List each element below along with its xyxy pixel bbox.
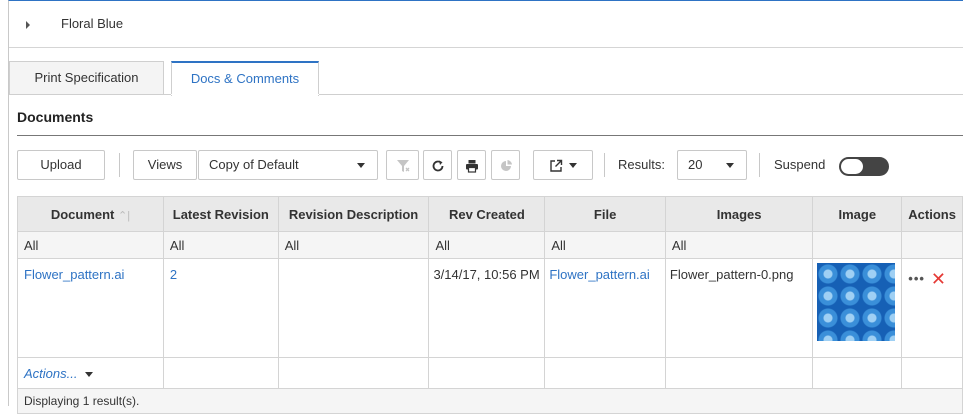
refresh-button[interactable] (423, 150, 452, 180)
chevron-down-icon (726, 163, 734, 168)
pie-chart-icon (500, 159, 512, 171)
expand-caret-icon[interactable] (26, 21, 30, 29)
filter-revision-description[interactable]: All (277, 231, 430, 259)
view-select[interactable]: Copy of Default (198, 150, 378, 180)
record-title: Floral Blue (61, 16, 124, 31)
column-header-file[interactable]: File (544, 196, 666, 232)
revision-link[interactable]: 2 (170, 267, 177, 282)
filter-rev-created[interactable]: All (428, 231, 546, 259)
sort-icon[interactable]: ⌃| (118, 210, 130, 222)
chevron-down-icon (569, 163, 577, 169)
toolbar-separator (119, 153, 120, 177)
upload-button[interactable]: Upload (17, 150, 105, 180)
view-select-value: Copy of Default (209, 157, 299, 172)
filter-latest-revision[interactable]: All (162, 231, 279, 259)
column-header-latest-revision[interactable]: Latest Revision (162, 196, 279, 232)
print-button[interactable] (457, 150, 486, 180)
filter-file[interactable]: All (544, 231, 666, 259)
section-divider (17, 135, 963, 136)
table-footer: Displaying 1 result(s). (17, 388, 963, 414)
actions-row: Actions... (17, 357, 963, 389)
column-header-revision-description[interactable]: Revision Description (277, 196, 430, 232)
clear-filter-icon (396, 159, 409, 172)
column-header-images[interactable]: Images (664, 196, 814, 232)
filter-row: All All All All All All (17, 231, 963, 259)
suspend-label: Suspend (774, 157, 826, 172)
record-header: Floral Blue (9, 1, 963, 48)
images-cell: Flower_pattern-0.png (664, 258, 814, 358)
chevron-down-icon[interactable] (85, 371, 94, 377)
filter-document[interactable]: All (17, 231, 164, 259)
results-label: Results: (618, 157, 665, 172)
views-button[interactable]: Views (133, 150, 197, 180)
toolbar-separator (759, 153, 760, 177)
chart-button[interactable] (491, 150, 520, 180)
chevron-down-icon (357, 163, 365, 168)
documents-toolbar: Upload Views Copy of Default Results: 20… (17, 150, 963, 182)
column-header-image[interactable]: Image (812, 196, 903, 232)
section-title: Documents (17, 109, 94, 125)
clear-filter-button[interactable] (386, 150, 419, 180)
table-row: Flower_pattern.ai 2 3/14/17, 10:56 PM Fl… (17, 258, 963, 358)
document-link[interactable]: Flower_pattern.ai (24, 267, 124, 282)
tab-docs-comments[interactable]: Docs & Comments (171, 61, 319, 96)
delete-icon[interactable]: ✕ (931, 269, 946, 289)
column-header-rev-created[interactable]: Rev Created (428, 196, 546, 232)
documents-table: Document ⌃| Latest Revision Revision Des… (17, 196, 963, 414)
file-link[interactable]: Flower_pattern.ai (549, 267, 649, 282)
more-options-icon[interactable]: ••• (908, 271, 925, 286)
results-value: 20 (688, 157, 703, 172)
image-thumbnail[interactable] (817, 263, 896, 341)
results-count: Displaying 1 result(s). (17, 388, 963, 414)
export-button[interactable] (533, 150, 593, 180)
toolbar-separator (604, 153, 605, 177)
export-icon (550, 159, 563, 172)
results-select[interactable]: 20 (677, 150, 747, 180)
printer-icon (465, 159, 478, 173)
tab-divider (9, 94, 963, 95)
filter-actions (901, 231, 963, 259)
column-header-document[interactable]: Document ⌃| (17, 196, 164, 232)
suspend-toggle[interactable] (839, 157, 889, 176)
refresh-icon (432, 160, 443, 171)
filter-images[interactable]: All (664, 231, 814, 259)
filter-image (812, 231, 903, 259)
tab-print-specification[interactable]: Print Specification (9, 61, 164, 94)
tab-bar: Print Specification Docs & Comments (9, 61, 963, 96)
actions-menu[interactable]: Actions... (24, 366, 77, 381)
revision-description-cell (277, 258, 430, 358)
rev-created-cell: 3/14/17, 10:56 PM (428, 258, 546, 358)
toggle-knob (841, 159, 863, 174)
column-header-actions: Actions (901, 196, 963, 232)
